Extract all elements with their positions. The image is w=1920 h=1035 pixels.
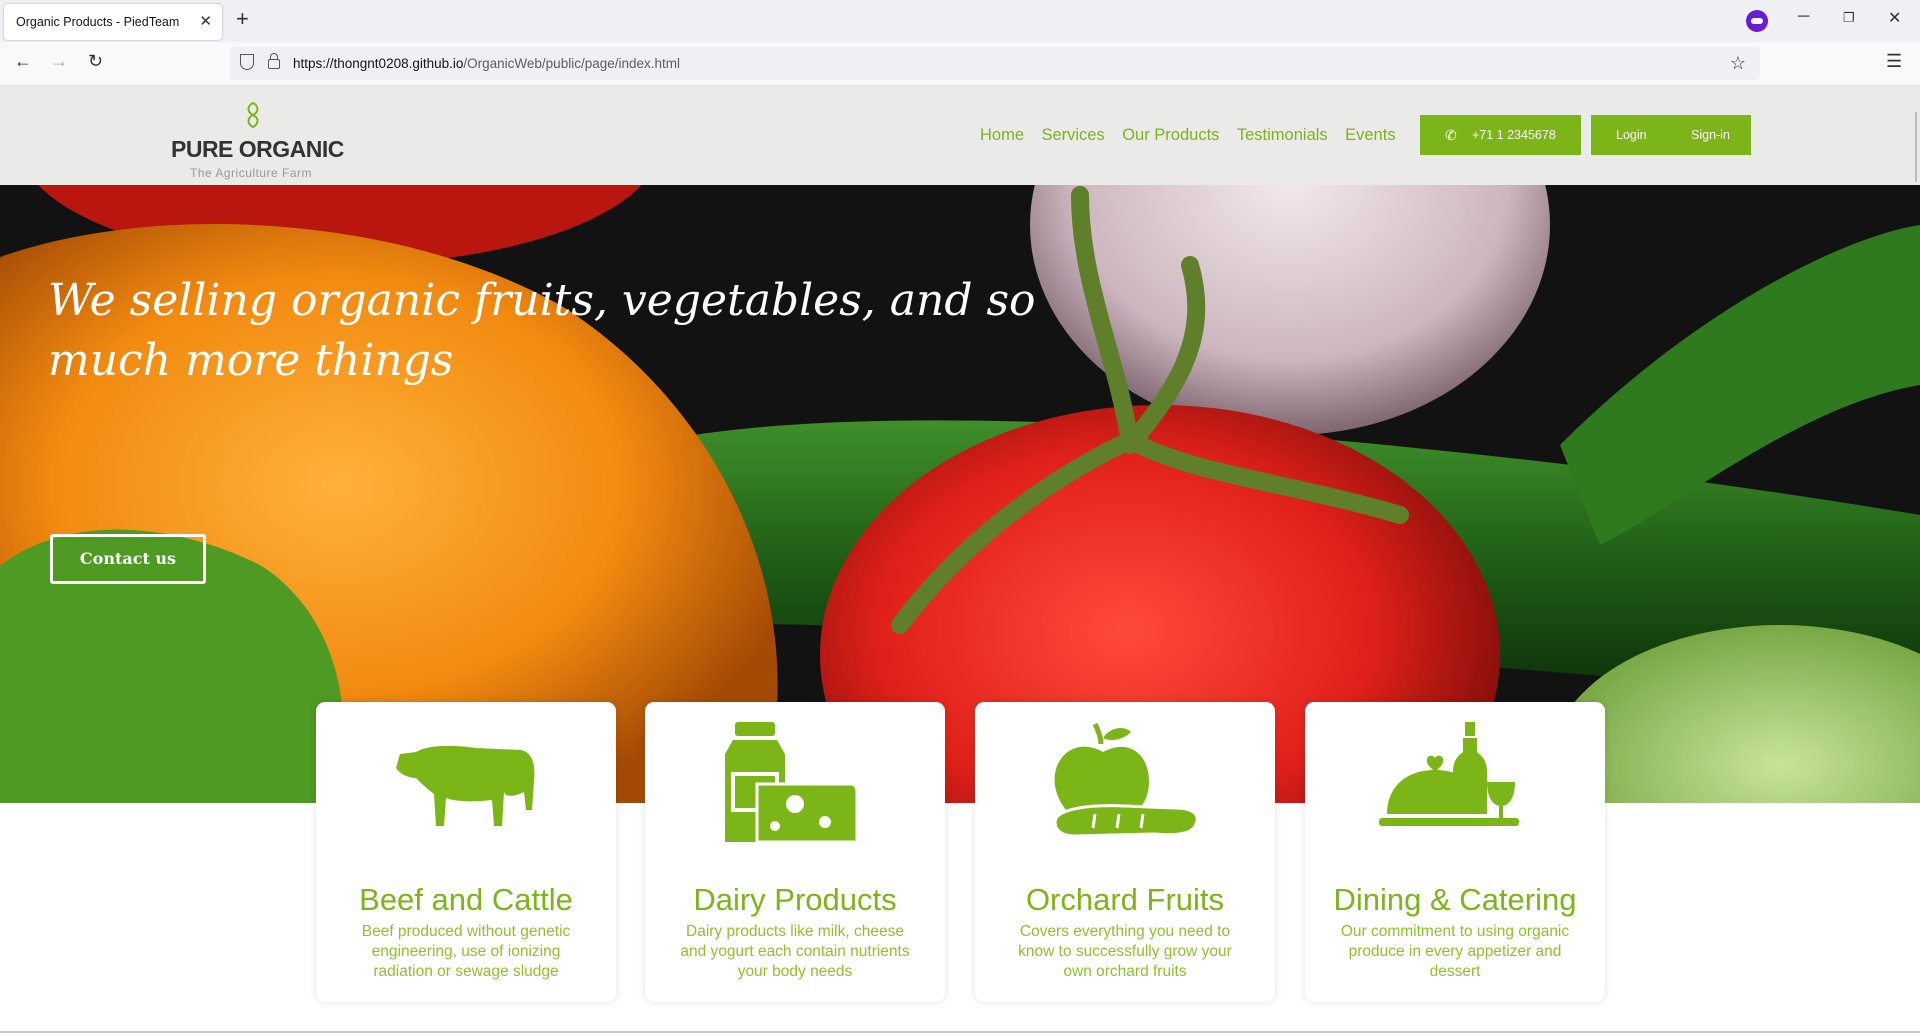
private-browsing-icon[interactable]: [1746, 10, 1768, 32]
card-title: Orchard Fruits: [1025, 882, 1225, 917]
phone-icon: ✆: [1445, 127, 1457, 143]
scrollbar[interactable]: [1915, 112, 1917, 182]
url-path: /OrganicWeb/public/page/index.html: [463, 56, 681, 71]
card-title: Dining & Catering: [1333, 882, 1577, 917]
restore-icon[interactable]: ❐: [1843, 10, 1855, 26]
card-dairy-products[interactable]: Dairy Products Dairy products like milk,…: [645, 702, 945, 1002]
hero-banner: We selling organic fruits, vegetables, a…: [0, 185, 1920, 803]
browser-nav-bar: ← → ↻ https://thongnt0208.github.io/Orga…: [0, 42, 1920, 86]
page-divider: [0, 1031, 1920, 1033]
contact-us-button[interactable]: Contact us: [50, 534, 206, 584]
card-orchard-fruits[interactable]: Orchard Fruits Covers everything you nee…: [975, 702, 1275, 1002]
cow-icon: [396, 745, 535, 826]
tab-title: Organic Products - PiedTeam: [16, 15, 180, 29]
fruit-icon: [1053, 722, 1199, 838]
card-title: Dairy Products: [693, 882, 897, 917]
browser-tab[interactable]: Organic Products - PiedTeam ✕: [4, 4, 222, 40]
logo[interactable]: PURE ORGANIC The Agriculture Farm: [171, 100, 344, 180]
lock-icon[interactable]: [268, 53, 280, 69]
nav-testimonials[interactable]: Testimonials: [1237, 126, 1328, 145]
main-nav: Home Services Our Products Testimonials …: [980, 126, 1409, 145]
phone-button[interactable]: ✆ +71 1 2345678: [1420, 115, 1581, 155]
nav-events[interactable]: Events: [1345, 126, 1395, 145]
url-host: https://thongnt0208.github.io: [293, 56, 464, 71]
card-beef-cattle[interactable]: Beef and Cattle Beef produced without ge…: [316, 702, 616, 1002]
back-arrow-icon[interactable]: ←: [14, 51, 32, 72]
star-icon[interactable]: ☆: [1730, 53, 1746, 74]
nav-our-products[interactable]: Our Products: [1122, 126, 1219, 145]
signin-button[interactable]: Sign-in: [1691, 128, 1730, 142]
reload-icon[interactable]: ↻: [88, 51, 103, 72]
close-window-icon[interactable]: ✕: [1888, 8, 1901, 28]
leaf-logo-icon: [247, 102, 259, 128]
card-description: Beef produced without genetic engineerin…: [361, 923, 571, 980]
login-button[interactable]: Login: [1616, 128, 1647, 142]
card-description: Our commitment to using organic produce …: [1340, 923, 1570, 980]
logo-title: PURE ORGANIC: [171, 136, 344, 162]
card-title: Beef and Cattle: [359, 882, 573, 917]
logo-tagline: The Agriculture Farm: [190, 166, 313, 180]
minimize-icon[interactable]: ─: [1798, 8, 1809, 26]
dairy-icon: [725, 722, 859, 842]
catering-icon: [1379, 722, 1519, 826]
site-header: PURE ORGANIC The Agriculture Farm Home S…: [0, 86, 1920, 185]
browser-tab-bar: Organic Products - PiedTeam ✕ + ─ ❐ ✕: [0, 0, 1920, 42]
menu-icon[interactable]: ☰: [1886, 51, 1902, 72]
hero-title: We selling organic fruits, vegetables, a…: [48, 275, 1036, 386]
phone-number: +71 1 2345678: [1472, 128, 1556, 142]
shield-icon[interactable]: [240, 54, 254, 70]
card-description: Covers everything you need to know to su…: [1018, 923, 1232, 980]
close-tab-icon[interactable]: ✕: [199, 12, 212, 30]
new-tab-icon[interactable]: +: [236, 8, 249, 30]
card-description: Dairy products like milk, cheese and yog…: [680, 923, 910, 980]
auth-buttons: Login Sign-in: [1591, 115, 1751, 155]
url-text[interactable]: https://thongnt0208.github.io/OrganicWeb…: [293, 56, 680, 71]
nav-services[interactable]: Services: [1041, 126, 1104, 145]
forward-arrow-icon[interactable]: →: [50, 51, 68, 72]
address-bar[interactable]: https://thongnt0208.github.io/OrganicWeb…: [230, 47, 1760, 80]
nav-home[interactable]: Home: [980, 126, 1024, 145]
card-dining-catering[interactable]: Dining & Catering Our commitment to usin…: [1305, 702, 1605, 1002]
